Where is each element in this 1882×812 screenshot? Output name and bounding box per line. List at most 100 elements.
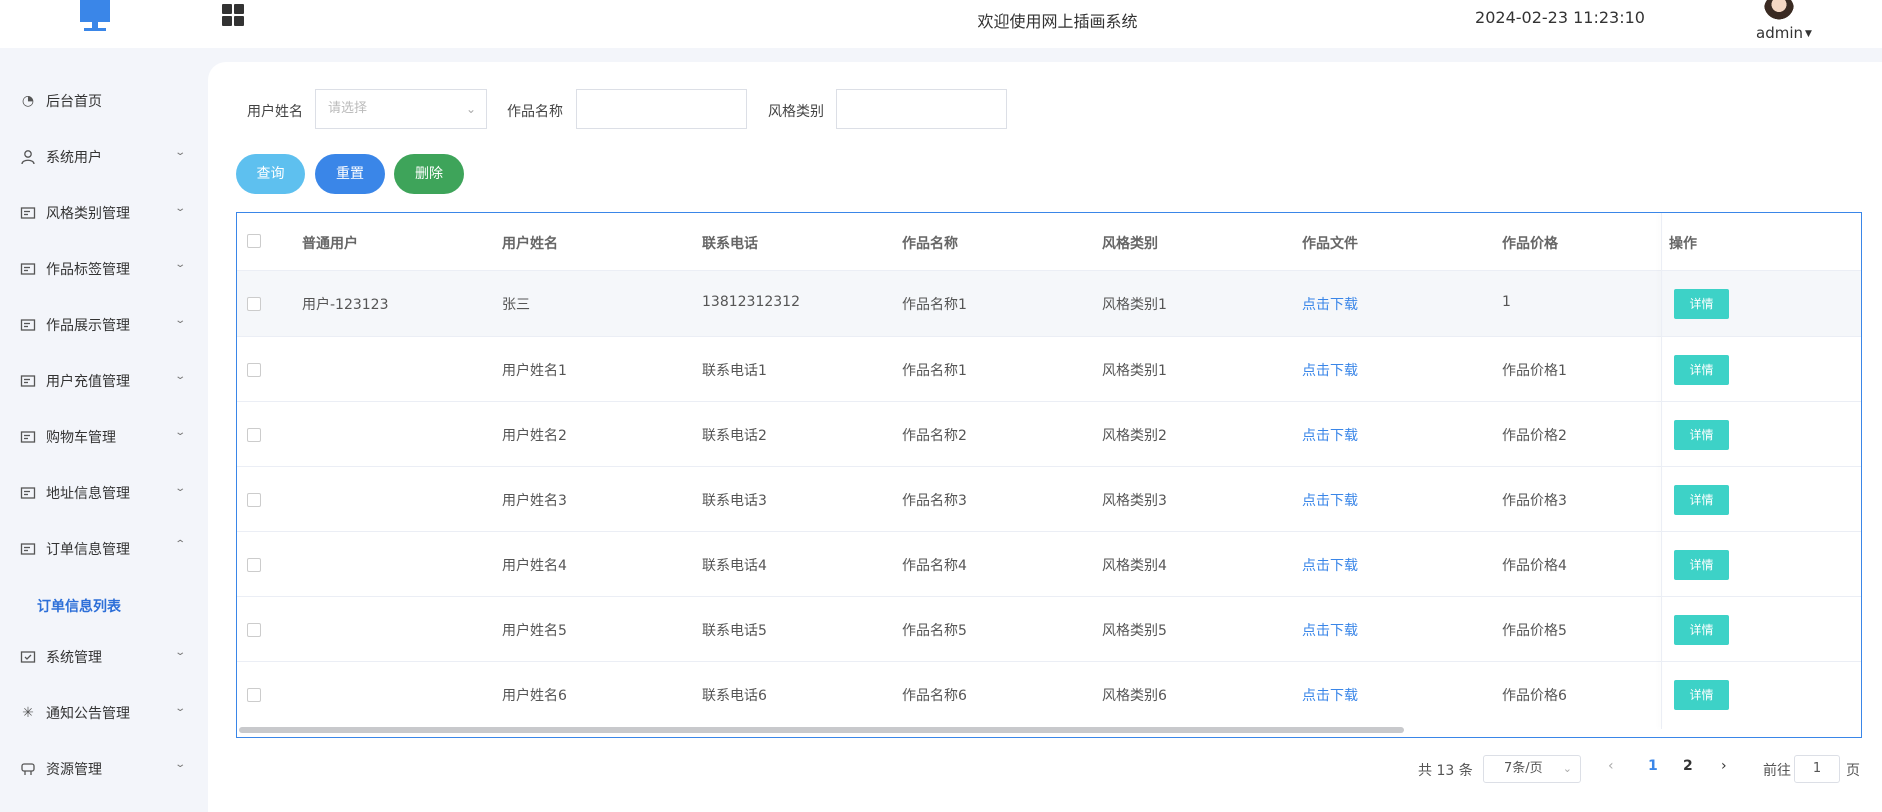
chevron-up-icon: ⌃ [174,539,187,550]
card-icon [20,429,36,445]
next-page-icon[interactable]: › [1721,758,1727,774]
cell-phone: 联系电话3 [702,493,767,509]
query-button[interactable]: 查询 [236,154,305,194]
sidebar-item-cart[interactable]: 购物车管理 ⌄ [0,417,208,457]
column-header: 作品文件 [1302,236,1358,252]
sidebar-item-label: 风格类别管理 [46,206,130,222]
cell-style: 风格类别4 [1102,558,1167,574]
prev-page-icon[interactable]: ‹ [1608,758,1614,774]
dashboard-icon: ◔ [21,93,35,109]
row-checkbox[interactable] [247,623,261,637]
detail-button[interactable]: 详情 [1674,289,1729,319]
cell-phone: 联系电话2 [702,428,767,444]
cell-price: 作品价格5 [1502,623,1567,639]
cell-user-name: 张三 [502,297,530,313]
page-number-1[interactable]: 1 [1648,758,1658,774]
page-size-value: 7条/页 [1504,761,1543,776]
goto-prefix: 前往 [1763,763,1791,779]
row-checkbox[interactable] [247,363,261,377]
row-checkbox[interactable] [247,688,261,702]
goto-suffix: 页 [1846,763,1860,779]
chevron-down-icon: ⌄ [174,483,187,494]
avatar[interactable] [1764,0,1794,24]
cell-work-name: 作品名称1 [902,363,967,379]
cell-work-name: 作品名称4 [902,558,967,574]
goto-page-input[interactable]: 1 [1794,755,1840,783]
row-checkbox[interactable] [247,493,261,507]
cell-work-name: 作品名称5 [902,623,967,639]
sidebar-item-work-display[interactable]: 作品展示管理 ⌄ [0,305,208,345]
user-name-select[interactable]: 请选择 ⌄ [315,89,487,129]
detail-button[interactable]: 详情 [1674,550,1729,580]
sidebar: ◔ 后台首页 系统用户 ⌄ 风格类别管理 ⌄ 作品标签管理 ⌄ 作品展示管理 ⌄… [0,48,208,812]
sidebar-item-label: 系统用户 [46,150,102,166]
detail-button[interactable]: 详情 [1674,420,1729,450]
cell-user-name: 用户姓名3 [502,493,567,509]
pagination-total: 共 13 条 [1418,763,1473,779]
chevron-down-icon: ▼ [1805,29,1812,39]
user-name-filter-label: 用户姓名 [247,104,303,120]
card-icon [20,317,36,333]
detail-button[interactable]: 详情 [1674,355,1729,385]
top-header: 欢迎使用网上插画系统 2024-02-23 11:23:10 admin ▼ [0,0,1882,48]
data-table: 普通用户 用户姓名 联系电话 作品名称 风格类别 作品文件 作品价格 操作 用户… [236,212,1862,738]
download-link[interactable]: 点击下载 [1302,620,1358,640]
table-row: 用户姓名1 联系电话1 作品名称1 风格类别1 点击下载 作品价格1 详情 [237,337,1861,402]
sidebar-item-recharge[interactable]: 用户充值管理 ⌄ [0,361,208,401]
download-link[interactable]: 点击下载 [1302,555,1358,575]
sidebar-item-notice[interactable]: ✳ 通知公告管理 ⌄ [0,693,208,733]
horizontal-scrollbar[interactable] [239,727,1404,733]
page-number-2[interactable]: 2 [1683,758,1693,774]
sidebar-item-label: 后台首页 [46,94,102,110]
resource-icon [20,761,36,777]
chevron-down-icon: ⌄ [465,102,476,116]
row-checkbox[interactable] [247,297,261,311]
download-link[interactable]: 点击下载 [1302,294,1358,314]
download-link[interactable]: 点击下载 [1302,360,1358,380]
sidebar-item-system-users[interactable]: 系统用户 ⌄ [0,137,208,177]
download-link[interactable]: 点击下载 [1302,490,1358,510]
row-checkbox[interactable] [247,558,261,572]
main-content: 用户姓名 请选择 ⌄ 作品名称 风格类别 查询 重置 删除 普通用户 用户姓名 … [208,62,1882,812]
card-icon [20,205,36,221]
welcome-title: 欢迎使用网上插画系统 [977,12,1138,31]
apps-grid-icon[interactable] [222,4,244,26]
user-menu[interactable]: admin ▼ [1756,24,1812,42]
sidebar-item-style-category[interactable]: 风格类别管理 ⌄ [0,193,208,233]
sidebar-item-system-manage[interactable]: 系统管理 ⌄ [0,637,208,677]
sidebar-item-work-tags[interactable]: 作品标签管理 ⌄ [0,249,208,289]
download-link[interactable]: 点击下载 [1302,425,1358,445]
cell-price: 作品价格1 [1502,363,1567,379]
detail-button[interactable]: 详情 [1674,615,1729,645]
cell-price: 作品价格4 [1502,558,1567,574]
reset-button[interactable]: 重置 [315,154,385,194]
detail-button[interactable]: 详情 [1674,680,1729,710]
sidebar-item-dashboard[interactable]: ◔ 后台首页 [0,81,208,121]
cell-phone: 联系电话6 [702,688,767,704]
table-row: 用户姓名3 联系电话3 作品名称3 风格类别3 点击下载 作品价格3 详情 [237,467,1861,532]
cell-user-name: 用户姓名4 [502,558,567,574]
column-header: 用户姓名 [502,236,558,252]
notice-icon: ✳ [22,705,34,721]
chevron-down-icon: ⌄ [174,759,187,770]
chevron-down-icon: ⌄ [174,371,187,382]
sidebar-item-label: 地址信息管理 [46,486,130,502]
detail-button[interactable]: 详情 [1674,485,1729,515]
download-link[interactable]: 点击下载 [1302,685,1358,705]
work-name-input[interactable] [576,89,747,129]
cell-phone: 13812312312 [702,294,800,310]
select-all-checkbox[interactable] [247,234,261,248]
chevron-down-icon: ⌄ [174,427,187,438]
cell-price: 作品价格6 [1502,688,1567,704]
sidebar-item-address[interactable]: 地址信息管理 ⌄ [0,473,208,513]
row-checkbox[interactable] [247,428,261,442]
sidebar-item-resource[interactable]: 资源管理 ⌄ [0,749,208,789]
sidebar-subitem-order-list[interactable]: 订单信息列表 [0,585,208,625]
page-size-select[interactable]: 7条/页 ⌄ [1483,755,1581,783]
cell-price: 作品价格2 [1502,428,1567,444]
sidebar-subitem-label: 订单信息列表 [37,599,121,615]
user-name-select-placeholder: 请选择 [328,101,368,116]
delete-button[interactable]: 删除 [394,154,464,194]
sidebar-item-orders[interactable]: 订单信息管理 ⌃ [0,529,208,569]
style-category-input[interactable] [836,89,1007,129]
